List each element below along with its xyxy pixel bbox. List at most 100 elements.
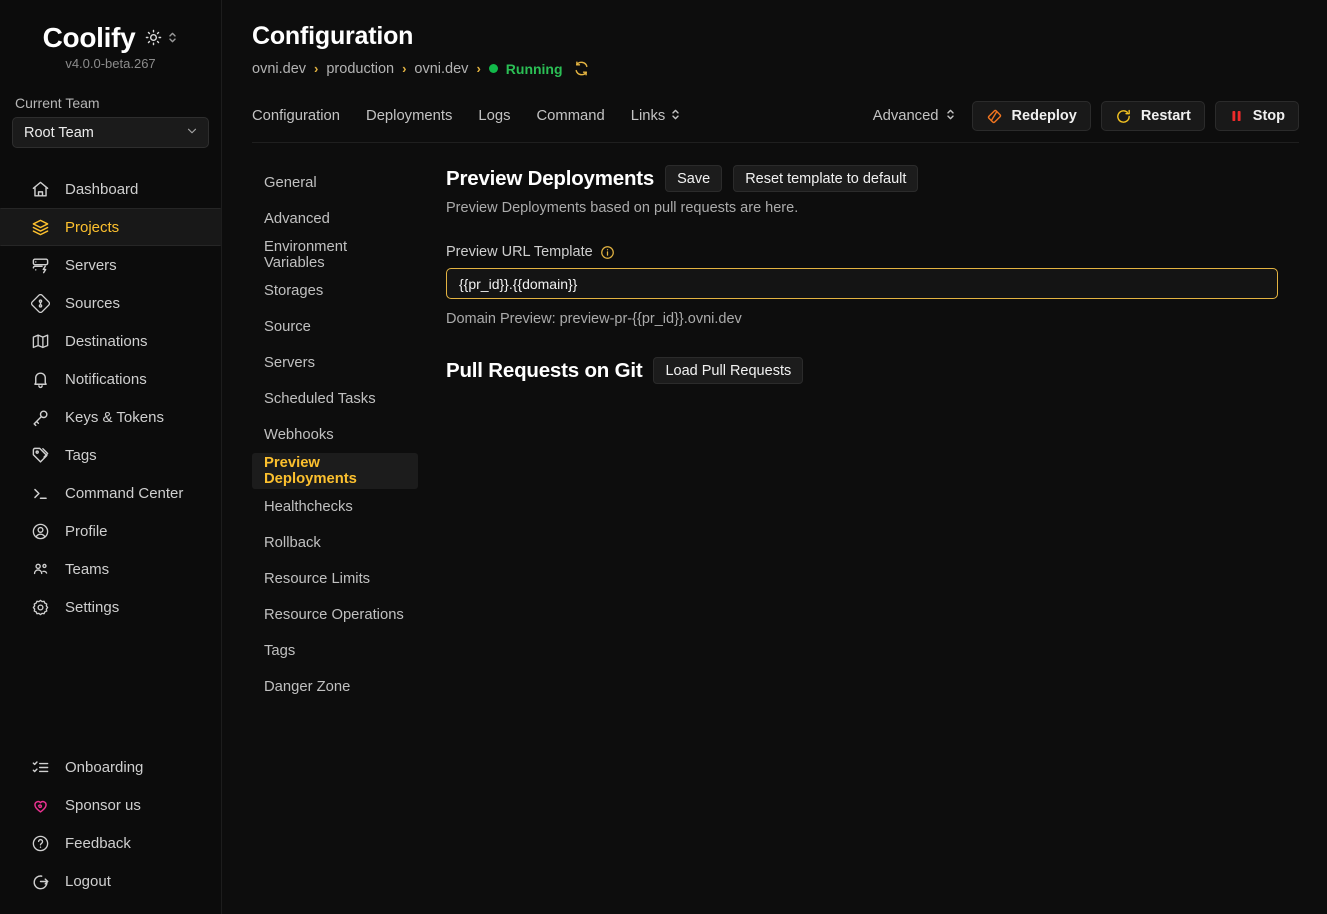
submenu-item-environment-variables[interactable]: Environment Variables: [252, 237, 418, 273]
info-icon[interactable]: [600, 245, 615, 260]
advanced-dropdown[interactable]: Advanced: [873, 107, 956, 126]
checklist-icon: [30, 757, 51, 778]
save-button[interactable]: Save: [665, 165, 723, 192]
sidebar-item-label: Profile: [65, 522, 108, 540]
sidebar-item-label: Teams: [65, 560, 110, 578]
page-title: Configuration: [252, 22, 414, 50]
server-icon: [30, 255, 51, 276]
breadcrumb-item-resource[interactable]: ovni.dev: [414, 61, 468, 77]
sidebar-item-label: Notifications: [65, 370, 147, 388]
submenu-item-advanced[interactable]: Advanced: [252, 201, 418, 237]
section-description: Preview Deployments based on pull reques…: [446, 200, 799, 216]
submenu-item-preview-deployments[interactable]: Preview Deployments: [252, 453, 418, 489]
restart-button-label: Restart: [1140, 108, 1191, 124]
reset-template-button[interactable]: Reset template to default: [733, 165, 919, 192]
sidebar-item-onboarding[interactable]: Onboarding: [0, 748, 221, 786]
advanced-dropdown-label: Advanced: [872, 108, 939, 124]
load-pull-requests-button[interactable]: Load Pull Requests: [653, 357, 804, 384]
app-root: Coolify v4.0.0-beta.267 Current Team Roo…: [0, 0, 1327, 914]
tab-links-label: Links: [630, 108, 666, 124]
submenu-item-source[interactable]: Source: [252, 309, 418, 345]
gear-icon: [30, 597, 51, 618]
restart-icon: [1115, 108, 1132, 125]
sidebar-item-label: Sponsor us: [65, 796, 141, 814]
pull-requests-title: Pull Requests on Git: [446, 358, 643, 382]
submenu-item-webhooks[interactable]: Webhooks: [252, 417, 418, 453]
refresh-icon[interactable]: [573, 60, 590, 77]
breadcrumb-item-environment[interactable]: production: [326, 61, 394, 77]
tab-links[interactable]: Links: [631, 107, 682, 126]
sidebar-item-destinations[interactable]: Destinations: [0, 322, 221, 360]
domain-preview-text: Domain Preview: preview-pr-{{pr_id}}.ovn…: [446, 311, 742, 327]
sidebar-item-sponsor-us[interactable]: Sponsor us: [0, 786, 221, 824]
layers-icon: [30, 217, 51, 238]
redeploy-button[interactable]: Redeploy: [971, 101, 1091, 131]
breadcrumb-item-project[interactable]: ovni.dev: [252, 61, 306, 77]
brand-tools: [145, 29, 178, 51]
status-dot: [488, 64, 498, 73]
sidebar-item-servers[interactable]: Servers: [0, 246, 221, 284]
sidebar: Coolify v4.0.0-beta.267 Current Team Roo…: [0, 0, 222, 914]
map-icon: [30, 331, 51, 352]
configuration-submenu: General Advanced Environment Variables S…: [252, 165, 442, 705]
breadcrumb-separator-icon: ›: [314, 61, 319, 76]
team-select-value: Root Team: [24, 124, 94, 141]
sidebar-item-label: Command Center: [65, 484, 184, 502]
stop-button-label: Stop: [1252, 108, 1285, 124]
team-select[interactable]: Root Team: [12, 117, 209, 148]
sidebar-item-sources[interactable]: Sources: [0, 284, 221, 322]
sidebar-item-command-center[interactable]: Command Center: [0, 474, 221, 512]
resource-tabs: Configuration Deployments Logs Command L…: [252, 107, 681, 126]
submenu-item-danger-zone[interactable]: Danger Zone: [252, 669, 418, 705]
preview-deployments-panel: Preview Deployments Save Reset template …: [442, 165, 1299, 705]
submenu-item-healthchecks[interactable]: Healthchecks: [252, 489, 418, 525]
bell-icon: [30, 369, 51, 390]
submenu-item-tags[interactable]: Tags: [252, 633, 418, 669]
submenu-item-storages[interactable]: Storages: [252, 273, 418, 309]
sidebar-item-settings[interactable]: Settings: [0, 588, 221, 626]
resource-actions: Advanced Redeploy Restart Stop: [873, 101, 1299, 131]
tab-configuration[interactable]: Configuration: [252, 108, 340, 124]
submenu-item-resource-operations[interactable]: Resource Operations: [252, 597, 418, 633]
sidebar-item-label: Onboarding: [65, 758, 144, 776]
sidebar-item-keys-tokens[interactable]: Keys & Tokens: [0, 398, 221, 436]
pull-requests-header: Pull Requests on Git Load Pull Requests: [446, 357, 1299, 384]
chevron-up-down-icon[interactable]: [167, 30, 178, 50]
sidebar-item-projects[interactable]: Projects: [0, 208, 221, 246]
stop-button[interactable]: Stop: [1214, 101, 1299, 131]
sidebar-item-label: Servers: [65, 256, 117, 274]
submenu-item-resource-limits[interactable]: Resource Limits: [252, 561, 418, 597]
tab-command[interactable]: Command: [536, 108, 604, 124]
primary-navigation: Dashboard Projects Servers Sources Desti…: [0, 170, 221, 626]
sidebar-item-label: Settings: [65, 598, 120, 616]
pause-icon: [1229, 108, 1244, 124]
sidebar-item-tags[interactable]: Tags: [0, 436, 221, 474]
tab-deployments[interactable]: Deployments: [366, 108, 452, 124]
sidebar-item-label: Dashboard: [65, 180, 139, 198]
section-title: Preview Deployments: [446, 166, 655, 190]
tab-logs[interactable]: Logs: [478, 108, 510, 124]
app-version: v4.0.0-beta.267: [65, 56, 156, 71]
home-icon: [30, 179, 51, 200]
preview-url-template-input[interactable]: [446, 268, 1278, 299]
sidebar-item-teams[interactable]: Teams: [0, 550, 221, 588]
submenu-item-scheduled-tasks[interactable]: Scheduled Tasks: [252, 381, 418, 417]
main-content: Configuration ovni.dev › production › ov…: [222, 0, 1327, 914]
tag-icon: [30, 445, 51, 466]
submenu-item-general[interactable]: General: [252, 165, 418, 201]
logout-icon: [30, 871, 51, 892]
sidebar-item-profile[interactable]: Profile: [0, 512, 221, 550]
sidebar-item-dashboard[interactable]: Dashboard: [0, 170, 221, 208]
git-source-icon: [30, 293, 51, 314]
submenu-item-servers[interactable]: Servers: [252, 345, 418, 381]
user-circle-icon: [30, 521, 51, 542]
submenu-item-rollback[interactable]: Rollback: [252, 525, 418, 561]
breadcrumb: ovni.dev › production › ovni.dev › Runni…: [252, 60, 1299, 77]
sidebar-item-logout[interactable]: Logout: [0, 862, 221, 900]
sidebar-item-feedback[interactable]: Feedback: [0, 824, 221, 862]
sun-icon[interactable]: [145, 29, 162, 51]
restart-button[interactable]: Restart: [1100, 101, 1205, 131]
status-badge: Running: [505, 60, 563, 77]
sidebar-item-notifications[interactable]: Notifications: [0, 360, 221, 398]
brand-row: Coolify: [0, 0, 221, 54]
